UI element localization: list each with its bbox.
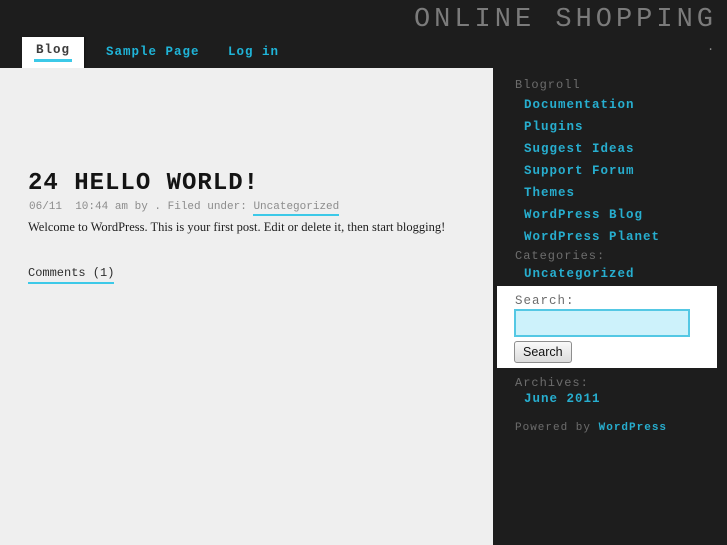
search-button[interactable]: Search xyxy=(514,341,572,363)
powered-by-text: Powered by xyxy=(515,422,599,434)
blogroll-link-wordpress-blog[interactable]: WordPress Blog xyxy=(524,208,643,222)
comments-link[interactable]: Comments (1) xyxy=(28,266,115,284)
search-input[interactable] xyxy=(514,309,690,337)
list-item: WordPress Blog xyxy=(524,205,660,227)
post-meta: 06/11 10:44 am by . Filed under: Uncateg… xyxy=(29,201,340,216)
categories-heading: Categories: xyxy=(515,249,606,263)
nav-link-log-in[interactable]: Log in xyxy=(228,45,279,59)
blogroll-heading: Blogroll xyxy=(515,78,581,92)
nav-link-sample-page[interactable]: Sample Page xyxy=(106,45,200,59)
list-item: Support Forum xyxy=(524,161,660,183)
list-item: Suggest Ideas xyxy=(524,139,660,161)
archives-heading: Archives: xyxy=(515,376,589,390)
archive-link-june-2011[interactable]: June 2011 xyxy=(524,392,601,406)
post-meta-text: 06/11 10:44 am by . Filed under: xyxy=(29,201,254,213)
blogroll-link-support-forum[interactable]: Support Forum xyxy=(524,164,635,178)
header-dot: . xyxy=(707,40,715,54)
blogroll-link-plugins[interactable]: Plugins xyxy=(524,120,584,134)
category-link-uncategorized[interactable]: Uncategorized xyxy=(524,267,635,281)
list-item: WordPress Planet xyxy=(524,227,660,249)
post-body: Welcome to WordPress. This is your first… xyxy=(28,220,446,234)
powered-by: Powered by WordPress xyxy=(515,422,667,434)
sidebar: Blogroll Documentation Plugins Suggest I… xyxy=(493,68,727,545)
list-item: Plugins xyxy=(524,117,660,139)
search-panel: Search: Search xyxy=(497,286,717,368)
main-content: 24 HELLO WORLD! 06/11 10:44 am by . File… xyxy=(0,68,493,545)
post-category-link[interactable]: Uncategorized xyxy=(253,201,340,216)
list-item: Themes xyxy=(524,183,660,205)
blogroll-link-documentation[interactable]: Documentation xyxy=(524,98,635,112)
nav-tab-blog-label: Blog xyxy=(33,43,72,62)
powered-by-wordpress-link[interactable]: WordPress xyxy=(599,422,667,434)
list-item: Documentation xyxy=(524,95,660,117)
blogroll-link-themes[interactable]: Themes xyxy=(524,186,575,200)
nav-tab-blog[interactable]: Blog xyxy=(22,37,84,68)
blogroll-link-wordpress-planet[interactable]: WordPress Planet xyxy=(524,230,660,244)
site-title: ONLINE SHOPPING xyxy=(413,5,717,35)
blogroll-link-suggest-ideas[interactable]: Suggest Ideas xyxy=(524,142,635,156)
blogroll-list: Documentation Plugins Suggest Ideas Supp… xyxy=(524,95,660,249)
post-title: 24 HELLO WORLD! xyxy=(28,170,260,197)
search-label: Search: xyxy=(515,294,575,308)
wordpress-blog-page: ONLINE SHOPPING . Blog Sample Page Log i… xyxy=(0,0,727,545)
